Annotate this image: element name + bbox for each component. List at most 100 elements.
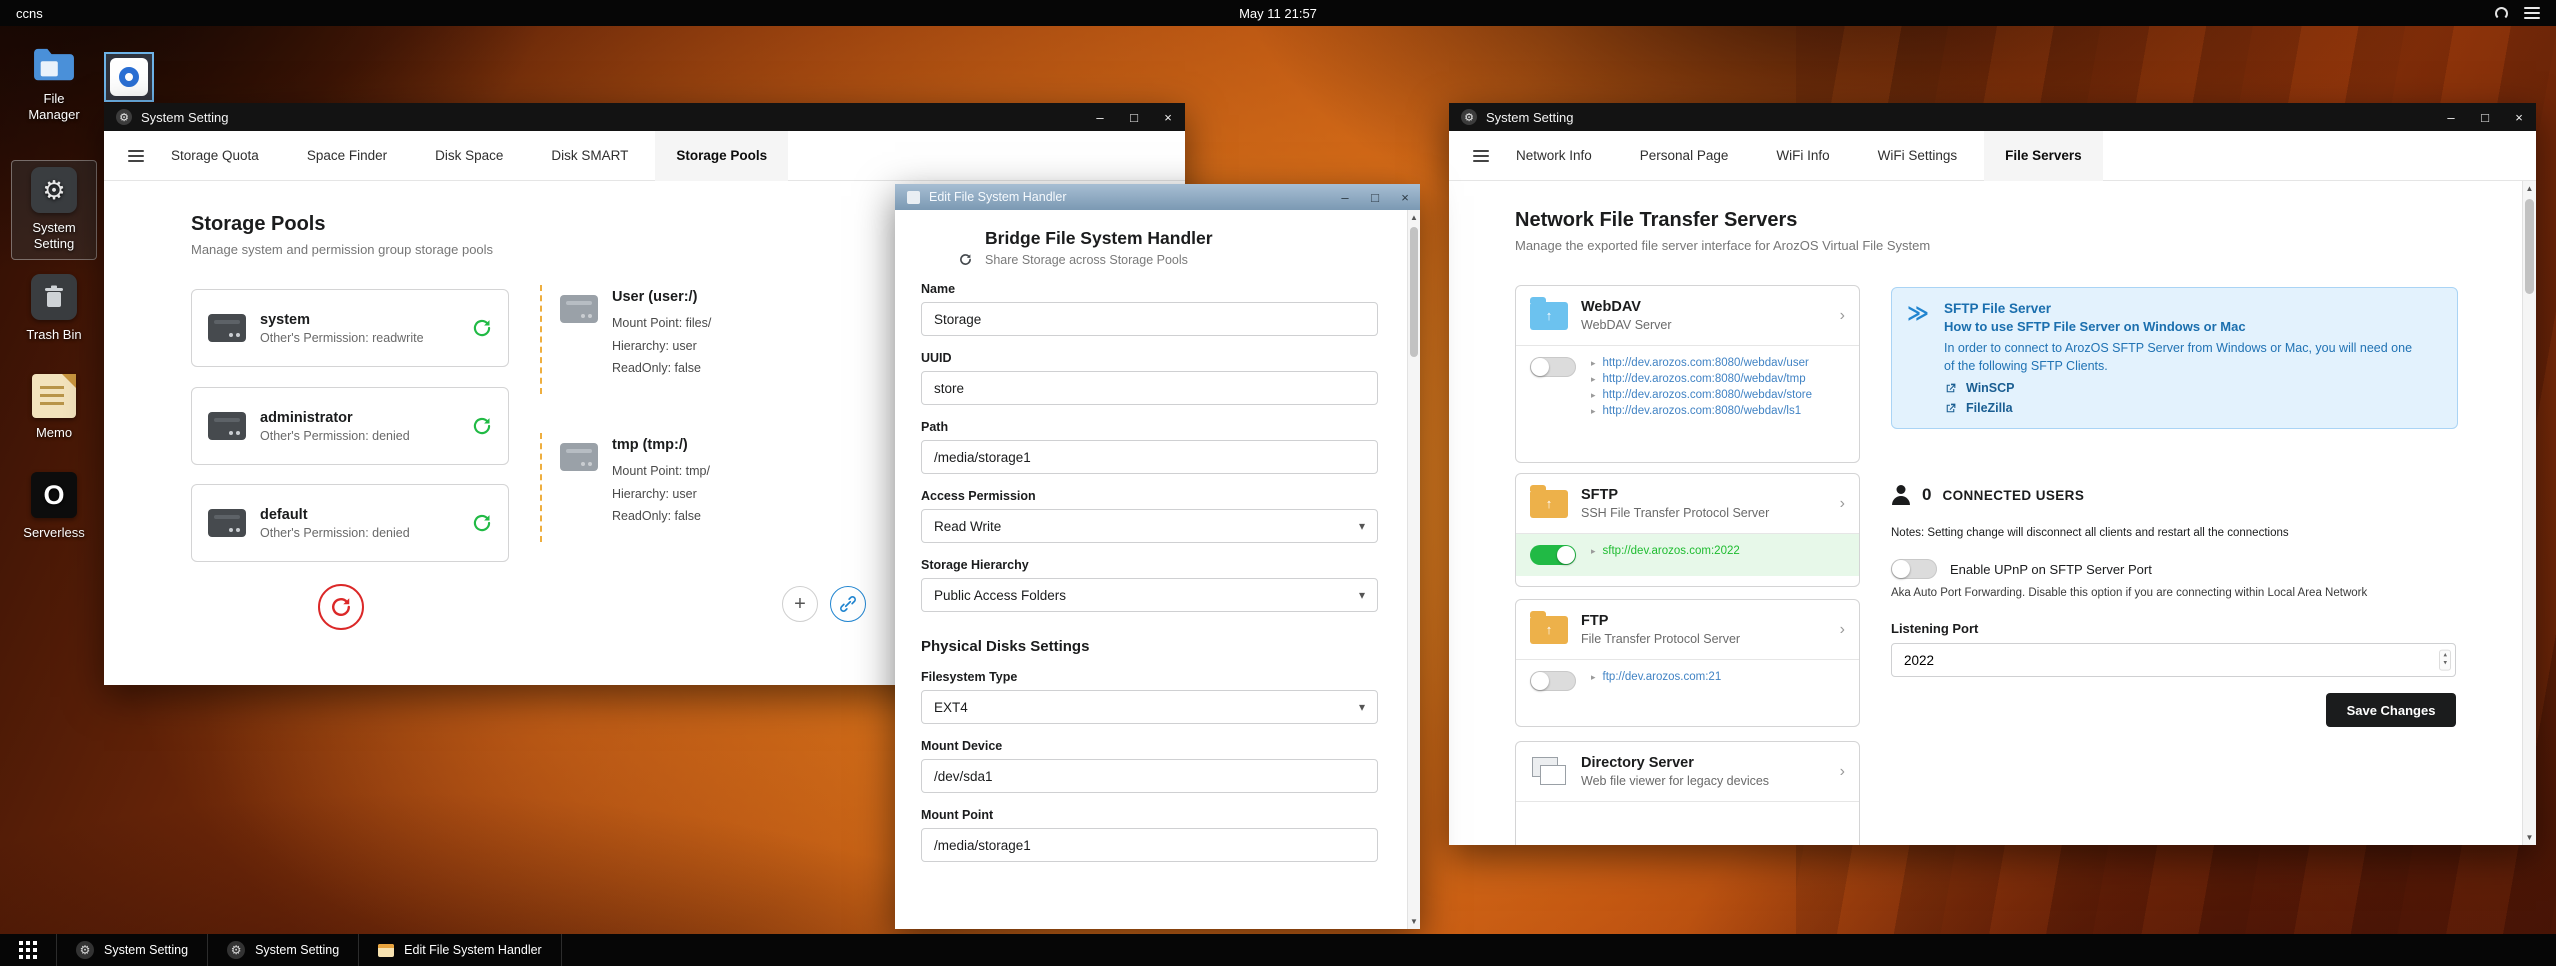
tab-disk-space[interactable]: Disk Space — [414, 131, 524, 181]
link-bridge-button[interactable] — [830, 586, 866, 622]
sftp-toggle[interactable] — [1530, 545, 1576, 565]
uuid-input[interactable] — [921, 371, 1378, 405]
tab-storage-quota[interactable]: Storage Quota — [150, 131, 280, 181]
window-titlebar[interactable]: ⚙ System Setting – □ × — [1449, 103, 2536, 131]
desktop-icon-unknown-selected[interactable] — [104, 52, 154, 102]
filezilla-link[interactable]: FileZilla — [1944, 401, 2441, 415]
webdav-link[interactable]: ▸ http://dev.arozos.com:8080/webdav/store — [1591, 389, 1812, 401]
sync-icon[interactable] — [472, 318, 492, 338]
path-input[interactable] — [921, 440, 1378, 474]
server-header-webdav[interactable]: ↑ WebDAV WebDAV Server › — [1516, 286, 1859, 345]
filesystem-type-select[interactable]: EXT4 ▾ — [921, 690, 1378, 724]
user-icon — [1891, 485, 1911, 505]
grid-icon — [19, 941, 37, 959]
listening-port-input[interactable] — [1891, 643, 2456, 677]
taskbar: ⚙ System Setting ⚙ System Setting Edit F… — [0, 934, 2556, 966]
mount-device-input[interactable] — [921, 759, 1378, 793]
pool-card-default[interactable]: default Other's Permission: denied — [191, 484, 509, 562]
sftp-info-box: ≫ SFTP File Server How to use SFTP File … — [1891, 287, 2458, 430]
webdav-link[interactable]: ▸ http://dev.arozos.com:8080/webdav/user — [1591, 357, 1812, 369]
tab-wifi-info[interactable]: WiFi Info — [1755, 131, 1850, 181]
upnp-setting: Enable UPnP on SFTP Server Port — [1891, 559, 2152, 579]
server-header-ftp[interactable]: ↑ FTP File Transfer Protocol Server › — [1516, 600, 1859, 659]
connected-count: 0 — [1922, 485, 1932, 504]
storage-hierarchy-select[interactable]: Public Access Folders ▾ — [921, 578, 1378, 612]
window-titlebar[interactable]: ⚙ System Setting – □ × — [104, 103, 1185, 131]
taskbar-item-system-setting-1[interactable]: ⚙ System Setting — [57, 934, 207, 966]
bullet-icon: ▸ — [1591, 405, 1596, 416]
scrollbar-thumb[interactable] — [2525, 199, 2534, 294]
minimize-button[interactable]: – — [1330, 184, 1360, 210]
bullet-icon: ▸ — [1591, 671, 1596, 682]
maximize-button[interactable]: □ — [1360, 184, 1390, 210]
tab-wifi-settings[interactable]: WiFi Settings — [1857, 131, 1979, 181]
maximize-button[interactable]: □ — [2468, 103, 2502, 131]
scrollbar-thumb[interactable] — [1410, 227, 1418, 357]
upnp-toggle[interactable] — [1891, 559, 1937, 579]
taskbar-item-label: System Setting — [255, 943, 340, 957]
desktop-icon-serverless[interactable]: O Serverless — [11, 472, 97, 541]
pool-card-system[interactable]: system Other's Permission: readwrite — [191, 289, 509, 367]
scroll-up-icon[interactable]: ▲ — [2523, 181, 2536, 196]
scroll-down-icon[interactable]: ▼ — [2523, 830, 2536, 845]
sidebar-toggle-icon[interactable] — [1473, 149, 1489, 162]
tab-personal-page[interactable]: Personal Page — [1619, 131, 1750, 181]
tab-storage-pools[interactable]: Storage Pools — [655, 130, 789, 181]
drive-icon — [208, 314, 246, 342]
desktop-icon-memo[interactable]: Memo — [11, 374, 97, 441]
sftp-link[interactable]: ▸ sftp://dev.arozos.com:2022 — [1591, 545, 1740, 557]
mount-point-label: Mount Point — [921, 808, 994, 822]
server-header-sftp[interactable]: ↑ SFTP SSH File Transfer Protocol Server… — [1516, 474, 1859, 533]
spinner-down-icon[interactable]: ▾ — [2443, 660, 2447, 668]
window-icon — [378, 943, 395, 957]
scroll-up-icon[interactable]: ▲ — [1408, 210, 1420, 225]
directory-settings-row — [1516, 801, 1859, 841]
minimize-button[interactable]: – — [2434, 103, 2468, 131]
webdav-link[interactable]: ▸ http://dev.arozos.com:8080/webdav/tmp — [1591, 373, 1812, 385]
tab-disk-smart[interactable]: Disk SMART — [530, 131, 649, 181]
close-button[interactable]: × — [1390, 184, 1420, 210]
ftp-link[interactable]: ▸ ftp://dev.arozos.com:21 — [1591, 671, 1721, 683]
scrollbar[interactable]: ▲ ▼ — [2522, 181, 2536, 845]
spinner-up-icon[interactable]: ▴ — [2443, 652, 2447, 660]
desktop-icon-file-manager[interactable]: File Manager — [11, 46, 97, 124]
bullet-icon: ▸ — [1591, 357, 1596, 368]
winscp-link[interactable]: WinSCP — [1944, 381, 2441, 395]
desktop-icon-trash-bin[interactable]: Trash Bin — [11, 274, 97, 343]
taskbar-item-system-setting-2[interactable]: ⚙ System Setting — [208, 934, 358, 966]
window-titlebar[interactable]: Edit File System Handler – □ × — [895, 184, 1420, 210]
webdav-link[interactable]: ▸ http://dev.arozos.com:8080/webdav/ls1 — [1591, 405, 1812, 417]
close-button[interactable]: × — [1151, 103, 1185, 131]
close-button[interactable]: × — [2502, 103, 2536, 131]
tab-space-finder[interactable]: Space Finder — [286, 131, 408, 181]
mount-point-input[interactable] — [921, 828, 1378, 862]
pool-card-administrator[interactable]: administrator Other's Permission: denied — [191, 387, 509, 465]
tab-network-info[interactable]: Network Info — [1495, 131, 1613, 181]
menu-icon[interactable] — [2524, 7, 2540, 19]
desktop-icon-system-setting[interactable]: ⚙ System Setting — [11, 160, 97, 260]
minimize-button[interactable]: – — [1083, 103, 1117, 131]
webdav-toggle[interactable] — [1530, 357, 1576, 377]
scroll-down-icon[interactable]: ▼ — [1408, 914, 1420, 929]
scrollbar[interactable]: ▲ ▼ — [1407, 210, 1420, 929]
sftp-arrow-icon: ≫ — [1907, 302, 1929, 325]
access-permission-select[interactable]: Read Write ▾ — [921, 509, 1378, 543]
server-header-directory[interactable]: Directory Server Web file viewer for leg… — [1516, 742, 1859, 801]
taskbar-separator — [560, 934, 562, 966]
taskbar-item-edit-fsh[interactable]: Edit File System Handler — [359, 934, 561, 966]
refresh-pools-button[interactable] — [318, 584, 364, 630]
sync-icon[interactable] — [472, 416, 492, 436]
upnp-desc: Aka Auto Port Forwarding. Disable this o… — [1891, 587, 2368, 599]
save-changes-button[interactable]: Save Changes — [2326, 693, 2456, 727]
ftp-toggle[interactable] — [1530, 671, 1576, 691]
hostname-label: ccns — [16, 5, 43, 21]
number-spinner[interactable]: ▴ ▾ — [2439, 649, 2451, 671]
sidebar-toggle-icon[interactable] — [128, 149, 144, 162]
add-bridge-button[interactable]: + — [782, 586, 818, 622]
app-launcher-button[interactable] — [0, 934, 56, 966]
tab-file-servers[interactable]: File Servers — [1984, 130, 2103, 181]
name-input[interactable] — [921, 302, 1378, 336]
maximize-button[interactable]: □ — [1117, 103, 1151, 131]
sync-icon[interactable] — [472, 513, 492, 533]
tabbar: Network Info Personal Page WiFi Info WiF… — [1449, 130, 2536, 181]
